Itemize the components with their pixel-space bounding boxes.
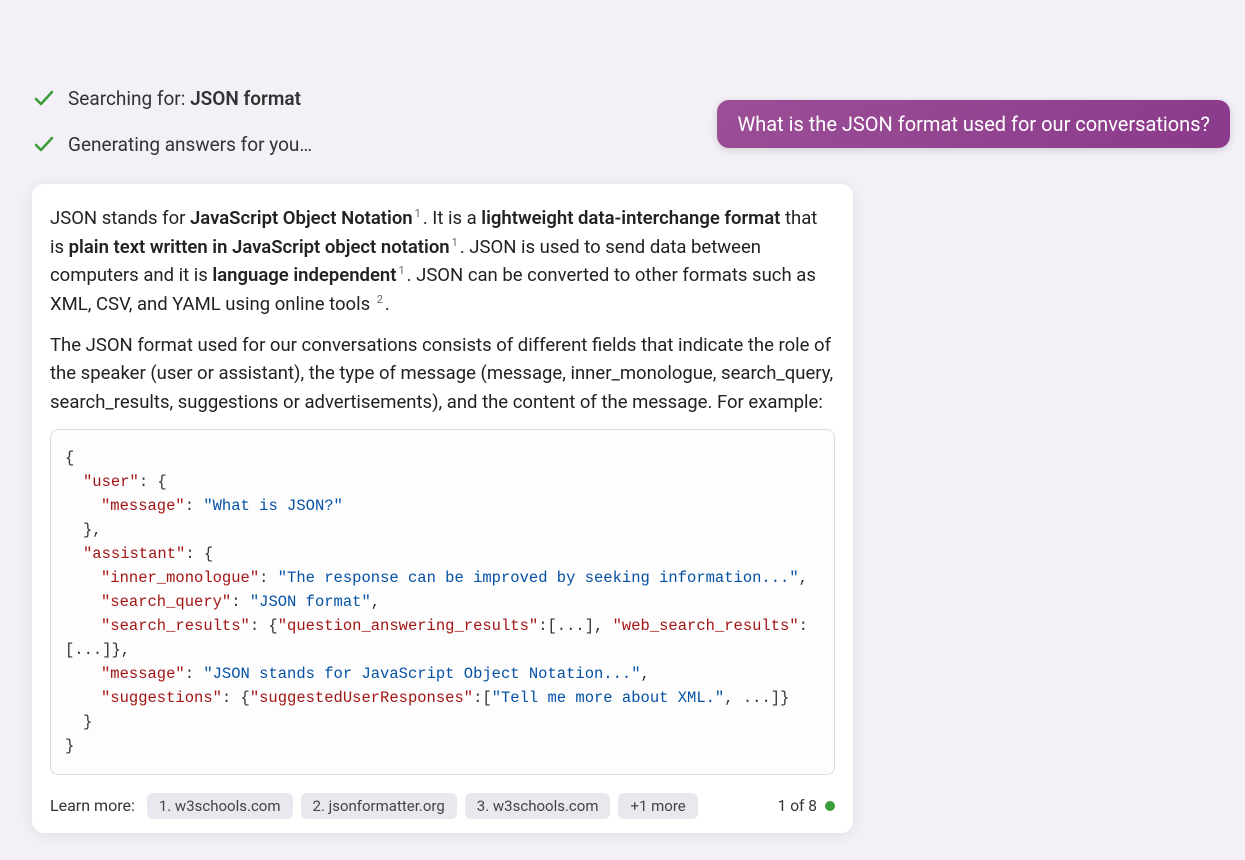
code-line: },: [65, 521, 102, 539]
answer-paragraph-1: JSON stands for JavaScript Object Notati…: [50, 204, 835, 319]
bold-text: language independent: [212, 264, 396, 286]
code-line: }: [65, 737, 74, 755]
code-key: "question_answering_results": [278, 617, 538, 635]
bold-text: JavaScript Object Notation: [190, 207, 413, 229]
pager: 1 of 8: [778, 797, 835, 815]
code-key: "suggestions": [101, 689, 222, 707]
check-icon: [32, 86, 56, 110]
code-text: ,: [371, 593, 380, 611]
code-text: ,: [799, 569, 808, 587]
searching-prefix: Searching for:: [68, 87, 190, 110]
code-string: "The response can be improved by seeking…: [278, 569, 799, 587]
code-string: "Tell me more about XML.": [492, 689, 725, 707]
pager-dot-icon: [825, 801, 835, 811]
source-link-1[interactable]: 1. w3schools.com: [147, 793, 293, 819]
code-line: {: [65, 449, 74, 467]
status-searching-text: Searching for: JSON format: [68, 87, 301, 110]
code-text: : {: [222, 689, 250, 707]
code-key: "search_query": [101, 593, 231, 611]
code-block: { "user": { "message": "What is JSON?" }…: [50, 429, 835, 775]
citation-sup[interactable]: 1: [398, 264, 404, 277]
answer-card: JSON stands for JavaScript Object Notati…: [32, 184, 853, 833]
code-text: : {: [139, 473, 167, 491]
learn-more-row: Learn more: 1. w3schools.com 2. jsonform…: [50, 793, 835, 819]
code-key: "user": [83, 473, 139, 491]
bold-text: lightweight data-interchange format: [481, 207, 780, 229]
user-message-bubble: What is the JSON format used for our con…: [717, 100, 1230, 148]
source-link-2[interactable]: 2. jsonformatter.org: [301, 793, 457, 819]
code-key: "inner_monologue": [101, 569, 259, 587]
source-link-3[interactable]: 3. w3schools.com: [465, 793, 611, 819]
pager-text: 1 of 8: [778, 797, 817, 815]
code-text: :: [185, 497, 204, 515]
bold-text: plain text written in JavaScript object …: [69, 236, 450, 258]
code-text: , ...]}: [724, 689, 789, 707]
check-icon: [32, 132, 56, 156]
code-line: }: [65, 713, 92, 731]
code-string: "JSON stands for JavaScript Object Notat…: [203, 665, 640, 683]
code-text: :[: [473, 689, 492, 707]
code-text: ,: [641, 665, 650, 683]
code-text: :: [259, 569, 278, 587]
citation-sup[interactable]: 2: [377, 293, 383, 306]
code-text: :: [231, 593, 250, 611]
learn-more-label: Learn more:: [50, 796, 135, 815]
code-string: "JSON format": [250, 593, 371, 611]
text: JSON stands for: [50, 207, 190, 229]
code-text: :: [185, 665, 204, 683]
source-link-more[interactable]: +1 more: [618, 793, 697, 819]
text: .: [385, 293, 390, 315]
status-generating-text: Generating answers for you…: [68, 133, 312, 156]
code-key: "message": [101, 665, 185, 683]
code-key: "message": [101, 497, 185, 515]
code-text: :[...],: [538, 617, 612, 635]
searching-term: JSON format: [190, 87, 301, 110]
code-string: "What is JSON?": [203, 497, 343, 515]
code-key: "search_results": [101, 617, 250, 635]
code-text: : {: [250, 617, 278, 635]
text: . It is a: [423, 207, 481, 229]
citation-sup[interactable]: 1: [415, 207, 421, 220]
code-text: : {: [185, 545, 213, 563]
code-key: "suggestedUserResponses": [250, 689, 473, 707]
code-key: "web_search_results": [613, 617, 799, 635]
code-key: "assistant": [83, 545, 185, 563]
citation-sup[interactable]: 1: [452, 236, 458, 249]
user-message-text: What is the JSON format used for our con…: [737, 112, 1210, 136]
answer-paragraph-2: The JSON format used for our conversatio…: [50, 331, 835, 417]
